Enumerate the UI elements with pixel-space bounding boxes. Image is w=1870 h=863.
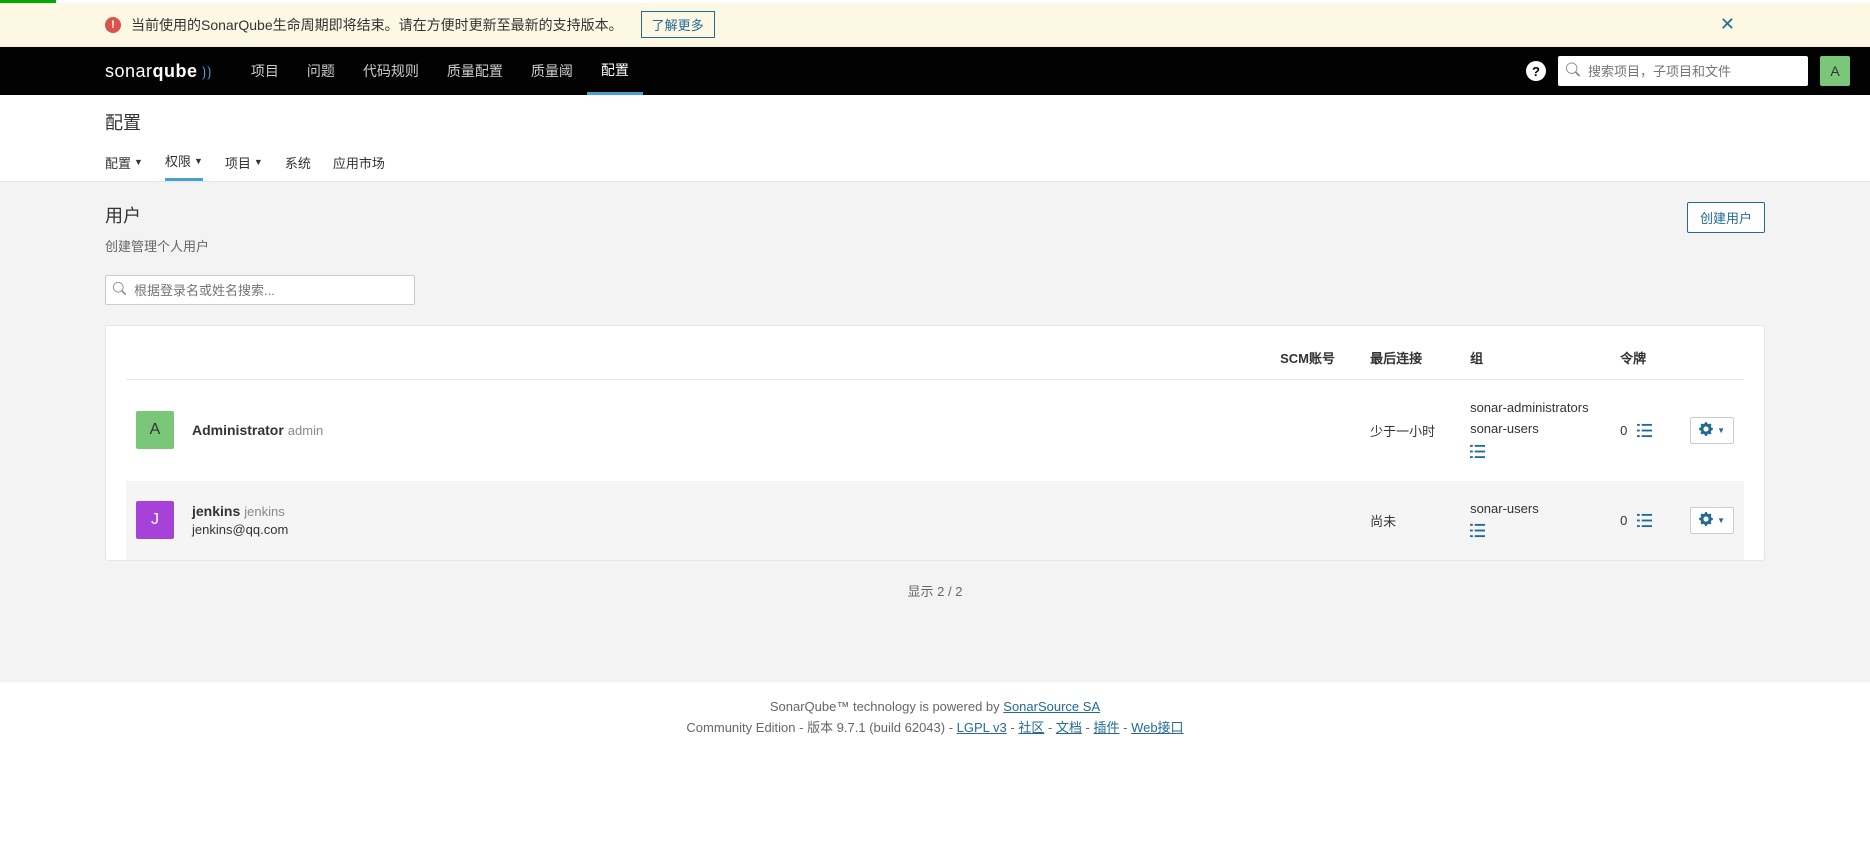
col-user	[126, 336, 1270, 380]
footer-link[interactable]: 文档	[1056, 720, 1082, 735]
group-name: sonar-administrators	[1470, 398, 1600, 419]
search-icon	[1566, 63, 1580, 80]
user-actions-button[interactable]: ▼	[1690, 507, 1734, 534]
col-scm: SCM账号	[1270, 336, 1360, 380]
user-email: jenkins@qq.com	[192, 522, 288, 537]
logo[interactable]: sonarqube ⟯⟯	[105, 61, 212, 82]
table-row: A Administratoradmin 少于一小时sonar-administ…	[126, 380, 1744, 481]
gear-icon	[1699, 512, 1713, 529]
chevron-down-icon: ▼	[1717, 426, 1725, 435]
user-login: jenkins	[244, 504, 284, 519]
footer-link[interactable]: Web接口	[1131, 720, 1184, 735]
filter-search-icon	[113, 282, 126, 298]
global-search-input[interactable]	[1558, 56, 1808, 86]
banner-text: 当前使用的SonarQube生命周期即将结束。请在方便时更新至最新的支持版本。	[131, 15, 623, 35]
footer: SonarQube™ technology is powered by Sona…	[0, 682, 1870, 754]
close-icon[interactable]: ✕	[1720, 14, 1735, 35]
user-login: admin	[288, 423, 323, 438]
col-actions	[1680, 336, 1744, 380]
tokens-cell: 0	[1610, 380, 1680, 481]
groups-cell: sonar-users	[1460, 481, 1610, 561]
list-icon[interactable]	[1470, 444, 1485, 463]
scm-cell	[1270, 380, 1360, 481]
col-last: 最后连接	[1360, 336, 1460, 380]
table-row: J jenkins jenkins jenkins@qq.com 尚未 sonar-…	[126, 481, 1744, 561]
footer-link[interactable]: 社区	[1018, 720, 1044, 735]
result-count: 显示 2 / 2	[105, 561, 1765, 620]
learn-more-link[interactable]: 了解更多	[641, 11, 715, 38]
nav-item[interactable]: 项目	[237, 47, 293, 95]
subnav-item[interactable]: 项目▼	[225, 143, 263, 181]
token-count: 0	[1620, 423, 1627, 438]
nav-item[interactable]: 代码规则	[349, 47, 433, 95]
page-title: 用户	[105, 202, 209, 228]
group-name: sonar-users	[1470, 499, 1600, 520]
last-connection-cell: 尚未	[1360, 481, 1460, 561]
main-content: 用户 创建管理个人用户 创建用户 SCM账号 最后连接 组 令牌 A	[0, 182, 1870, 682]
list-icon[interactable]	[1637, 423, 1652, 442]
footer-powered-text: SonarQube™ technology is powered by	[770, 699, 1003, 714]
logo-prefix: sonar	[105, 61, 153, 82]
user-actions-button[interactable]: ▼	[1690, 417, 1734, 444]
subnav-item[interactable]: 权限▼	[165, 143, 203, 181]
page-description: 创建管理个人用户	[105, 236, 209, 255]
main-navbar: sonarqube ⟯⟯ 项目问题代码规则质量配置质量阈配置 ? A	[0, 47, 1870, 95]
logo-suffix: qube	[153, 61, 198, 82]
group-name: sonar-users	[1470, 419, 1600, 440]
nav-item[interactable]: 配置	[587, 47, 643, 95]
logo-wave-icon: ⟯⟯	[202, 63, 212, 80]
footer-edition-text: Community Edition - 版本 9.7.1 (build 6204…	[686, 720, 956, 735]
users-panel: SCM账号 最后连接 组 令牌 A Administrator admin 少于一…	[105, 325, 1765, 561]
alert-icon: !	[105, 17, 121, 33]
col-tokens: 令牌	[1610, 336, 1680, 380]
footer-link[interactable]: LGPL v3	[957, 720, 1007, 735]
subnav-item[interactable]: 应用市场	[333, 143, 385, 181]
help-icon[interactable]: ?	[1526, 61, 1546, 81]
chevron-down-icon: ▼	[254, 157, 263, 167]
nav-item[interactable]: 质量配置	[433, 47, 517, 95]
footer-sonarsource-link[interactable]: SonarSource SA	[1003, 699, 1100, 714]
user-avatar-button[interactable]: A	[1820, 56, 1850, 86]
user-avatar: A	[136, 411, 174, 449]
last-connection-cell: 少于一小时	[1360, 380, 1460, 481]
users-table: SCM账号 最后连接 组 令牌 A Administrator admin 少于一…	[126, 336, 1744, 560]
gear-icon	[1699, 422, 1713, 439]
nav-item[interactable]: 质量阈	[517, 47, 587, 95]
chevron-down-icon: ▼	[194, 156, 203, 166]
list-icon[interactable]	[1470, 523, 1485, 542]
subnav-item[interactable]: 配置▼	[105, 143, 143, 181]
groups-cell: sonar-administratorssonar-users	[1460, 380, 1610, 481]
admin-subheader: 配置 配置▼ 权限▼ 项目▼ 系统应用市场	[0, 95, 1870, 182]
user-filter-input[interactable]	[105, 275, 415, 305]
admin-title: 配置	[105, 95, 1765, 143]
subnav-item[interactable]: 系统	[285, 143, 311, 181]
user-avatar: J	[136, 501, 174, 539]
user-name: Administrator	[192, 422, 284, 438]
token-count: 0	[1620, 513, 1627, 528]
upgrade-banner: ! 当前使用的SonarQube生命周期即将结束。请在方便时更新至最新的支持版本…	[0, 3, 1870, 47]
nav-item[interactable]: 问题	[293, 47, 349, 95]
col-groups: 组	[1460, 336, 1610, 380]
create-user-button[interactable]: 创建用户	[1687, 202, 1765, 233]
user-name: jenkins	[192, 503, 240, 519]
scm-cell	[1270, 481, 1360, 561]
tokens-cell: 0	[1610, 481, 1680, 561]
footer-link[interactable]: 插件	[1093, 720, 1119, 735]
chevron-down-icon: ▼	[1717, 516, 1725, 525]
chevron-down-icon: ▼	[134, 157, 143, 167]
list-icon[interactable]	[1637, 513, 1652, 532]
